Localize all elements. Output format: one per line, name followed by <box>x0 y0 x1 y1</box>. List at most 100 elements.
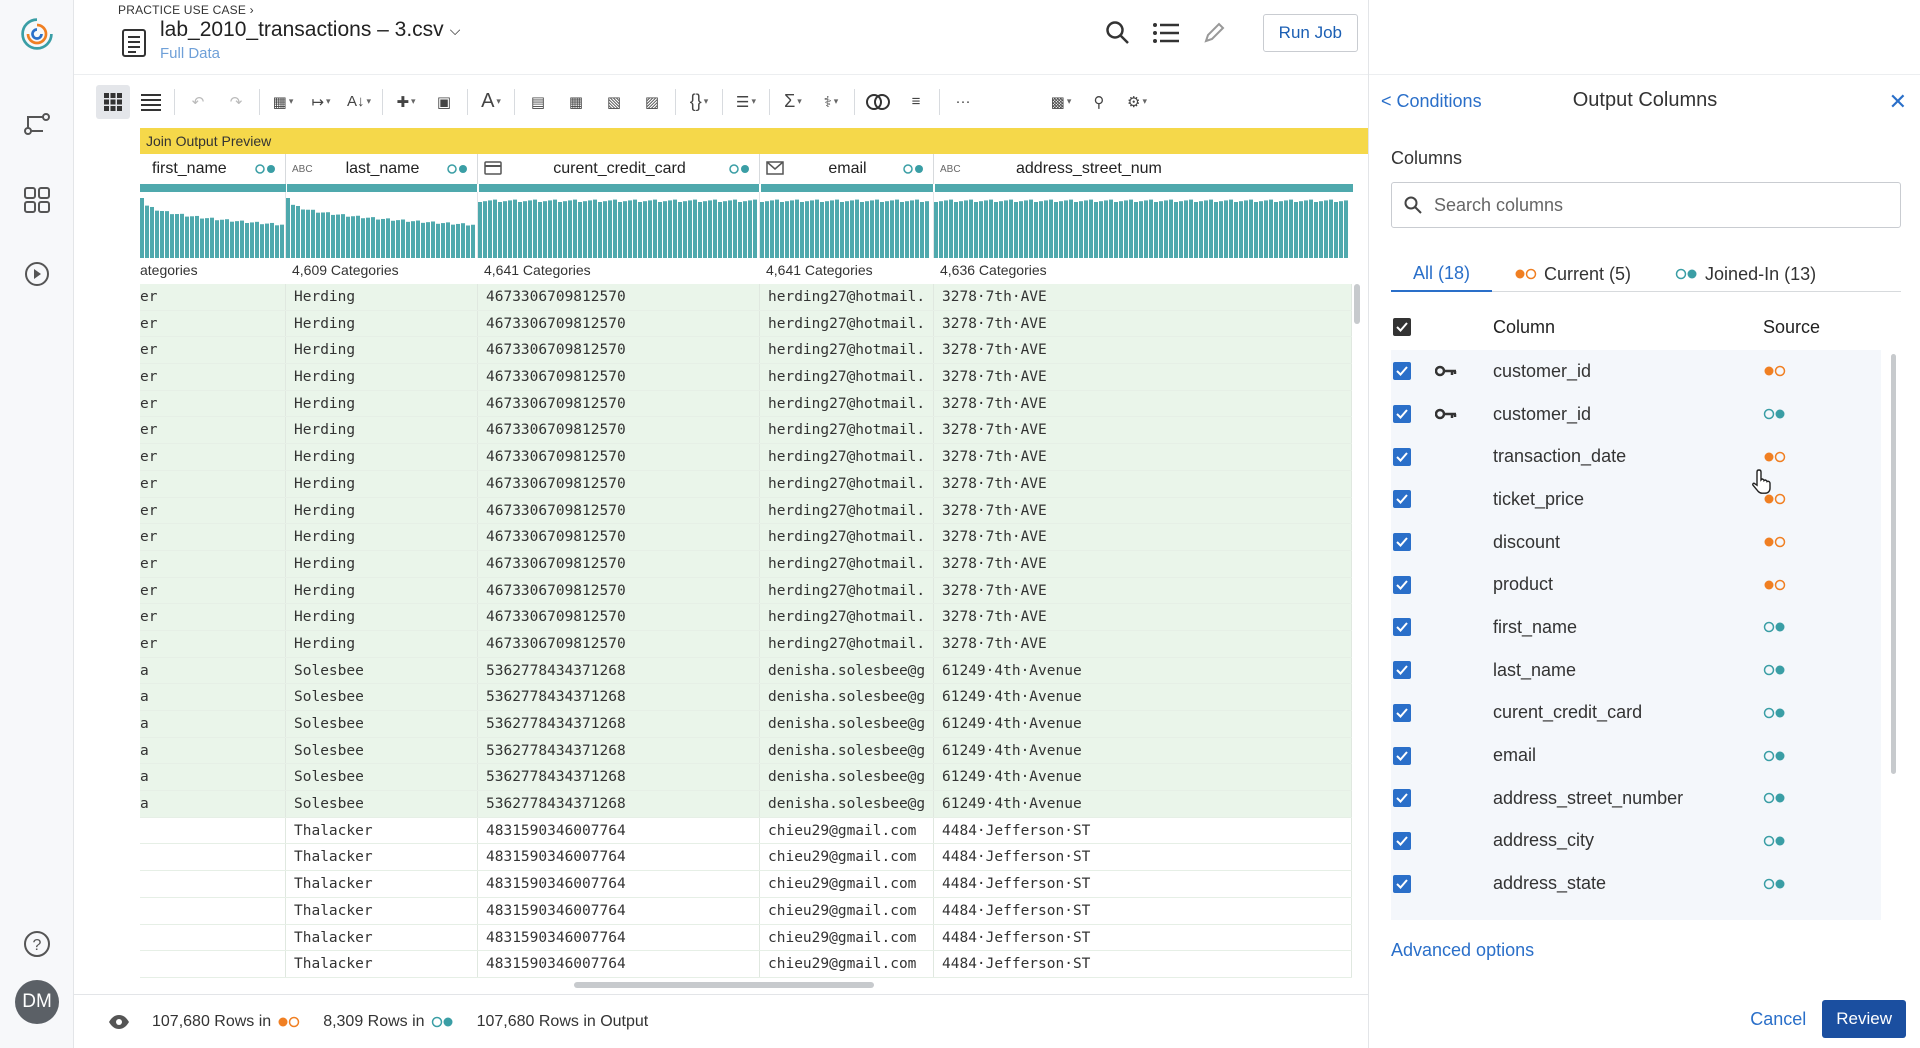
table-cell[interactable]: 4673306709812570 <box>478 417 760 444</box>
column-header-last-name[interactable]: ABC last_name <box>286 154 478 184</box>
grid-view-icon[interactable] <box>96 84 130 119</box>
table-cell[interactable]: er <box>140 550 286 577</box>
table-cell[interactable]: 3278·7th·AVE <box>934 390 1352 417</box>
table-cell[interactable]: 3278·7th·AVE <box>934 470 1352 497</box>
table-cell[interactable]: 3278·7th·AVE <box>934 444 1352 470</box>
table-cell[interactable]: denisha.solesbee@g <box>760 684 934 710</box>
table-cell[interactable]: Herding <box>286 604 478 630</box>
run-job-button[interactable]: Run Job <box>1262 14 1358 52</box>
filter-icon[interactable]: ☰ ▾ <box>729 85 763 119</box>
table-cell[interactable]: Thalacker <box>286 951 478 977</box>
table-cell[interactable]: 4484·Jefferson·ST <box>934 897 1352 924</box>
vertical-scrollbar[interactable] <box>1354 284 1360 324</box>
output-column-row[interactable]: address_street_number <box>1391 777 1881 820</box>
unpivot-icon[interactable]: ▧ <box>597 85 631 119</box>
breadcrumb[interactable]: PRACTICE USE CASE › <box>118 3 254 17</box>
column-checkbox[interactable] <box>1393 575 1411 594</box>
table-cell[interactable]: herding27@hotmail. <box>760 390 934 417</box>
output-column-row[interactable]: customer_id <box>1391 350 1881 393</box>
cancel-button[interactable]: Cancel <box>1750 1009 1806 1030</box>
table-cell[interactable]: er <box>140 310 286 337</box>
table-cell[interactable]: er <box>140 630 286 657</box>
table-cell[interactable]: Solesbee <box>286 684 478 710</box>
table-cell[interactable]: 5362778434371268 <box>478 791 760 817</box>
table-cell[interactable]: 3278·7th·AVE <box>934 577 1352 604</box>
help-icon[interactable]: ? <box>19 926 55 962</box>
table-cell[interactable]: Solesbee <box>286 791 478 817</box>
table-cell[interactable] <box>140 871 286 897</box>
table-cell[interactable]: er <box>140 577 286 604</box>
table-cell[interactable]: er <box>140 604 286 630</box>
table-cell[interactable] <box>140 817 286 844</box>
table-cell[interactable]: Herding <box>286 497 478 524</box>
table-cell[interactable]: 4484·Jefferson·ST <box>934 871 1352 897</box>
pivot-icon[interactable]: ▦ <box>559 85 593 119</box>
table-cell[interactable]: 4673306709812570 <box>478 337 760 364</box>
table-cell[interactable]: a <box>140 684 286 710</box>
column-checkbox[interactable] <box>1393 789 1411 808</box>
table-cell[interactable]: Thalacker <box>286 817 478 844</box>
table-cell[interactable]: 4831590346007764 <box>478 897 760 924</box>
table-cell[interactable]: er <box>140 337 286 364</box>
table-cell[interactable]: 4673306709812570 <box>478 284 760 310</box>
table-cell[interactable]: 4673306709812570 <box>478 550 760 577</box>
table-cell[interactable]: 5362778434371268 <box>478 711 760 737</box>
column-histogram[interactable] <box>760 192 934 258</box>
table-cell[interactable]: a <box>140 657 286 684</box>
table-cell[interactable]: 61249·4th·Avenue <box>934 657 1352 684</box>
table-cell[interactable]: 3278·7th·AVE <box>934 497 1352 524</box>
column-checkbox[interactable] <box>1393 746 1411 765</box>
table-cell[interactable]: herding27@hotmail. <box>760 364 934 390</box>
restructure-icon[interactable]: ▤ <box>521 85 555 119</box>
app-logo-icon[interactable] <box>19 16 55 52</box>
table-cell[interactable]: Solesbee <box>286 657 478 684</box>
table-cell[interactable]: 4831590346007764 <box>478 951 760 977</box>
list-view-icon[interactable] <box>134 85 168 119</box>
table-cell[interactable]: a <box>140 764 286 791</box>
preview-eye-icon[interactable] <box>108 1014 130 1030</box>
undo-icon[interactable]: ↶ <box>181 85 215 119</box>
table-cell[interactable]: 3278·7th·AVE <box>934 337 1352 364</box>
search-replace-icon[interactable]: ⚲ <box>1082 85 1116 119</box>
output-column-row[interactable]: address_state <box>1391 862 1881 905</box>
column-histogram[interactable] <box>934 192 1354 258</box>
output-column-row[interactable]: ticket_price <box>1391 478 1881 521</box>
table-cell[interactable] <box>140 924 286 951</box>
table-cell[interactable]: 4673306709812570 <box>478 310 760 337</box>
sum-icon[interactable]: Σ ▾ <box>776 85 810 119</box>
table-cell[interactable]: 61249·4th·Avenue <box>934 737 1352 764</box>
table-cell[interactable]: Herding <box>286 417 478 444</box>
output-column-row[interactable]: transaction_date <box>1391 435 1881 478</box>
table-cell[interactable]: er <box>140 444 286 470</box>
table-cell[interactable]: a <box>140 737 286 764</box>
table-cell[interactable]: er <box>140 417 286 444</box>
column-checkbox[interactable] <box>1393 661 1411 680</box>
table-cell[interactable]: Solesbee <box>286 737 478 764</box>
table-cell[interactable]: er <box>140 364 286 390</box>
table-cell[interactable]: er <box>140 470 286 497</box>
table-cell[interactable]: 4673306709812570 <box>478 444 760 470</box>
output-column-row[interactable]: discount <box>1391 521 1881 564</box>
table-cell[interactable]: Solesbee <box>286 764 478 791</box>
table-cell[interactable]: 4484·Jefferson·ST <box>934 844 1352 871</box>
table-cell[interactable]: Thalacker <box>286 844 478 871</box>
table-cell[interactable]: 3278·7th·AVE <box>934 364 1352 390</box>
table-cell[interactable]: a <box>140 711 286 737</box>
table-cell[interactable]: 4673306709812570 <box>478 577 760 604</box>
output-column-row[interactable]: customer_id <box>1391 393 1881 436</box>
table-cell[interactable]: chieu29@gmail.com <box>760 897 934 924</box>
table-cell[interactable]: herding27@hotmail. <box>760 337 934 364</box>
table-cell[interactable]: Herding <box>286 577 478 604</box>
column-header-first-name[interactable]: first_name <box>140 154 286 184</box>
panel-scrollbar[interactable] <box>1891 354 1896 774</box>
column-checkbox[interactable] <box>1393 362 1411 381</box>
table-cell[interactable]: er <box>140 284 286 310</box>
column-checkbox[interactable] <box>1393 447 1411 466</box>
search-icon[interactable] <box>1101 16 1135 50</box>
table-cell[interactable]: herding27@hotmail. <box>760 417 934 444</box>
table-cell[interactable]: 3278·7th·AVE <box>934 417 1352 444</box>
table-cell[interactable]: 61249·4th·Avenue <box>934 684 1352 710</box>
table-cell[interactable]: 3278·7th·AVE <box>934 604 1352 630</box>
table-cell[interactable]: denisha.solesbee@g <box>760 791 934 817</box>
user-avatar[interactable]: DM <box>15 980 59 1024</box>
